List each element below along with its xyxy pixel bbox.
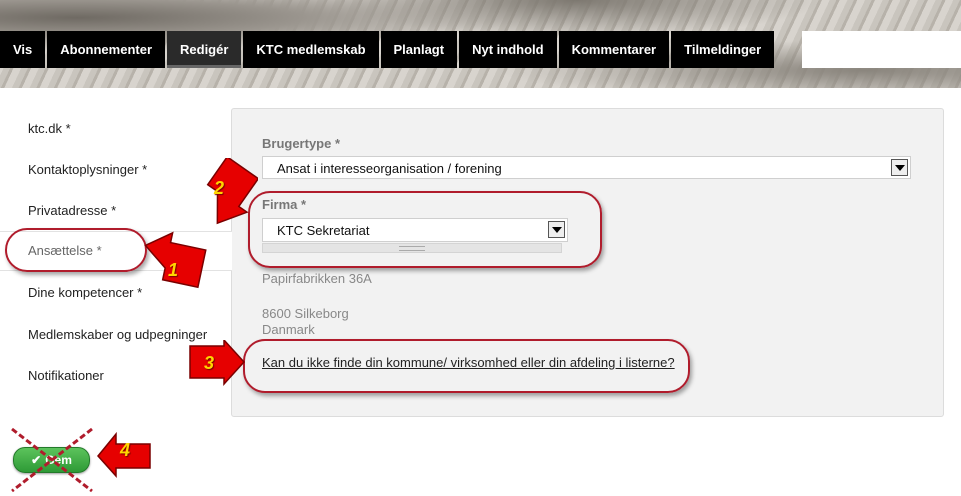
annotation-number-3: 3 [204, 353, 215, 373]
sidebar-item-privatadresse[interactable]: Privatadresse * [28, 203, 116, 218]
annotation-number-4: 4 [120, 440, 131, 460]
sidebar-item-ktc-dk[interactable]: ktc.dk * [28, 121, 71, 136]
tab-bar: Vis Abonnementer Redigér KTC medlemskab … [0, 31, 776, 68]
tab-bar-filler [802, 31, 961, 68]
tab-vis[interactable]: Vis [0, 31, 46, 68]
chevron-down-icon[interactable] [891, 159, 908, 176]
brugertype-value: Ansat i interesseorganisation / forening [277, 161, 502, 176]
address-street: Papirfabrikken 36A [262, 271, 372, 286]
save-button-label: Gem [45, 453, 72, 467]
check-icon: ✔ [31, 453, 42, 467]
sidebar-item-dine-kompetencer[interactable]: Dine kompetencer * [28, 285, 142, 300]
tab-rediger[interactable]: Redigér [167, 31, 242, 68]
brugertype-label: Brugertype * [262, 136, 341, 151]
save-button[interactable]: ✔ Gem [13, 447, 90, 473]
brugertype-select[interactable]: Ansat i interesseorganisation / forening [262, 156, 911, 179]
tab-tilmeldinger[interactable]: Tilmeldinger [671, 31, 775, 68]
annotation-number-2: 2 [214, 178, 225, 198]
address-country: Danmark [262, 322, 315, 337]
sidebar-item-notifikationer[interactable]: Notifikationer [28, 368, 104, 383]
sidebar-item-kontaktoplysninger[interactable]: Kontaktoplysninger * [28, 162, 147, 177]
sidebar-item-medlemskaber[interactable]: Medlemskaber og udpegninger [28, 327, 207, 342]
annotation-number-1: 1 [168, 260, 179, 280]
tab-ktc-medlemskab[interactable]: KTC medlemskab [243, 31, 379, 68]
address-city: 8600 Silkeborg [262, 306, 349, 321]
annotation-oval-help-link [243, 339, 690, 393]
annotation-oval-ansaettelse [5, 228, 147, 272]
annotation-oval-firma [248, 191, 602, 268]
annotation-arrow-3-icon [189, 340, 246, 386]
tab-planlagt[interactable]: Planlagt [380, 31, 458, 68]
tab-kommentarer[interactable]: Kommentarer [558, 31, 670, 68]
tab-nyt-indhold[interactable]: Nyt indhold [459, 31, 557, 68]
tab-abonnementer[interactable]: Abonnementer [47, 31, 166, 68]
